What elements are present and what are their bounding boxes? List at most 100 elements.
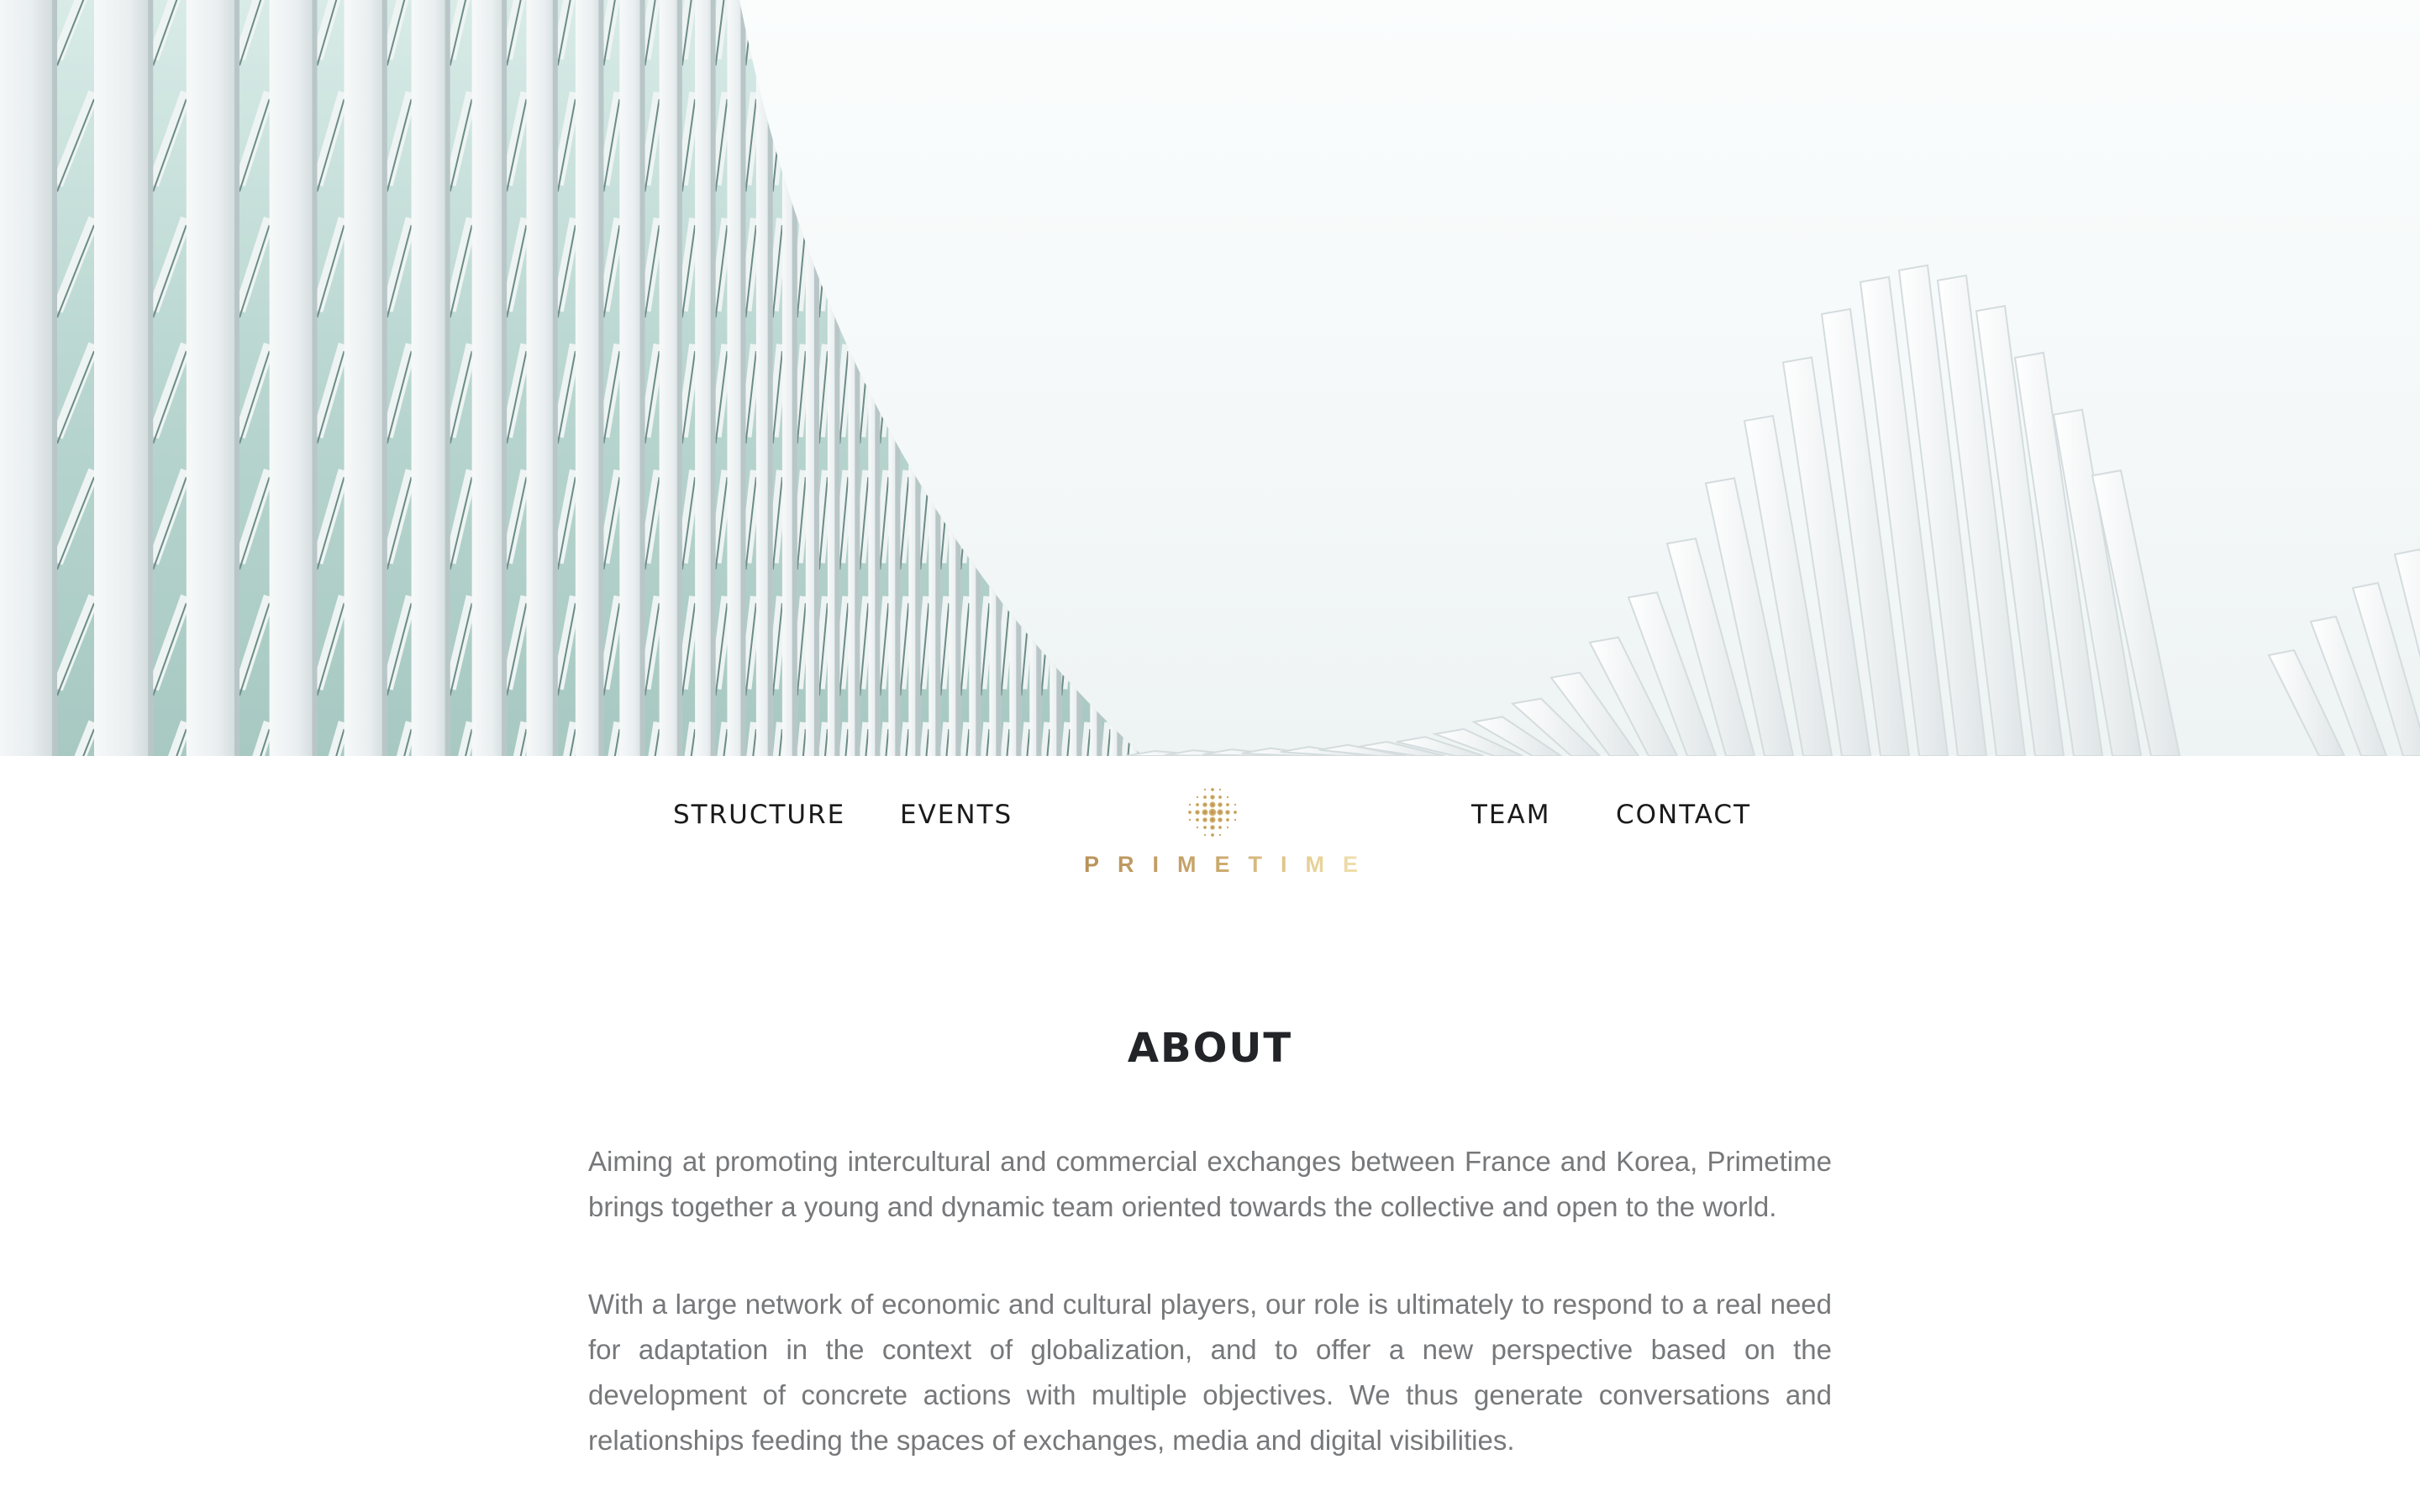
facade-brace-edge: [939, 350, 950, 444]
nav-link-contact[interactable]: CONTACT: [1616, 800, 1751, 830]
logo-dot: [1234, 803, 1237, 806]
facade-brace: [1136, 218, 1143, 312]
facade-brace: [1136, 92, 1143, 186]
facade-fin-edge: [895, 0, 901, 756]
architecture-image: [0, 0, 2420, 756]
facade-brace-edge: [1162, 603, 1171, 696]
about-heading: ABOUT: [1127, 1025, 1293, 1073]
facade-fin: [1130, 0, 1143, 756]
facade-fin-edge: [1076, 0, 1082, 756]
facade-brace: [1076, 92, 1097, 186]
facade-brace-edge: [1040, 98, 1051, 192]
facade-brace: [914, 344, 935, 438]
facade-brace-edge: [1040, 476, 1051, 570]
facade-brace: [791, 92, 812, 186]
facade-brace-edge: [899, 98, 910, 192]
nav-link-events[interactable]: EVENTS: [900, 800, 1013, 830]
facade-fin: [344, 0, 387, 756]
facade-brace: [1096, 470, 1117, 564]
facade-brace-edge: [1121, 224, 1132, 318]
facade-brace-edge: [859, 0, 870, 66]
facade-fin-edge: [234, 0, 239, 756]
facade-brace: [1076, 344, 1097, 438]
facade-brace-edge: [1081, 0, 1092, 66]
facade-fin-edge: [1137, 0, 1143, 756]
facade-brace: [834, 0, 855, 60]
facade-brace-edge: [980, 476, 991, 570]
nav-link-team[interactable]: TEAM: [1471, 800, 1550, 830]
facade-fin: [1090, 0, 1102, 756]
logo-dot: [1202, 802, 1207, 807]
facade-brace: [874, 92, 895, 186]
facade-brace-edge: [1081, 98, 1092, 192]
facade-brace: [894, 218, 915, 312]
facade-brace-edge: [919, 0, 930, 66]
logo-dot: [1203, 826, 1207, 829]
facade-brace: [1015, 92, 1036, 186]
facade-brace: [1015, 470, 1036, 564]
facade-brace-edge: [796, 0, 807, 66]
facade-brace-edge: [818, 0, 829, 66]
facade-brace: [975, 218, 996, 312]
facade-brace-edge: [1141, 476, 1143, 570]
facade-fin-edge: [148, 0, 154, 756]
facade-brace: [894, 344, 915, 438]
facade-brace-edge: [1162, 0, 1171, 66]
facade-brace-edge: [899, 0, 910, 66]
facade-fin-edge: [312, 0, 318, 756]
facade-brace: [1076, 470, 1097, 564]
facade-brace: [1162, 344, 1171, 437]
facade-brace: [874, 0, 895, 60]
facade-fin-edge: [445, 0, 450, 756]
facade-brace: [1096, 218, 1117, 312]
facade-brace: [1035, 218, 1056, 312]
facade-brace-edge: [1121, 602, 1132, 696]
logo-dot: [1208, 808, 1217, 816]
facade-brace: [834, 92, 855, 186]
facade-brace: [1076, 0, 1097, 60]
facade-brace-edge: [1141, 224, 1143, 318]
facade-brace-edge: [1162, 225, 1171, 318]
primetime-logo[interactable]: PRIMETIME: [1084, 785, 1370, 885]
nav-link-structure[interactable]: STRUCTURE: [673, 800, 845, 830]
facade-brace: [1015, 0, 1036, 60]
facade-brace: [834, 218, 855, 312]
logo-dot: [1196, 826, 1199, 829]
facade-brace-edge: [1000, 98, 1011, 192]
facade-brace-edge: [1141, 0, 1143, 66]
facade-fin-edge: [915, 0, 921, 756]
facade-fin-edge: [996, 0, 1002, 756]
facade-brace-edge: [839, 224, 850, 318]
logo-dot: [1195, 810, 1200, 815]
about-text: Aiming at promoting intercultural and co…: [588, 1139, 1832, 1512]
facade-brace: [1055, 470, 1076, 564]
facade-brace: [1055, 218, 1076, 312]
logo-dot: [1203, 833, 1207, 837]
facade-brace: [813, 92, 834, 186]
facade-brace-edge: [1040, 350, 1051, 444]
facade-brace-edge: [1101, 224, 1112, 318]
facade-brace-edge: [1000, 0, 1011, 66]
facade-fin-edge: [976, 0, 981, 756]
facade-fin-edge: [676, 0, 682, 756]
facade-brace-edge: [1060, 350, 1071, 444]
facade-brace: [955, 218, 976, 312]
facade-brace-edge: [839, 0, 850, 66]
facade-fin-edge: [935, 0, 941, 756]
facade-brace: [1136, 722, 1143, 756]
facade-brace: [975, 470, 996, 564]
facade-fin: [269, 0, 318, 756]
facade-brace: [955, 92, 976, 186]
facade-fin-edge: [1036, 0, 1042, 756]
facade-brace: [1116, 0, 1137, 60]
facade-brace: [1035, 470, 1056, 564]
facade-fin-edge: [740, 0, 746, 756]
logo-dot: [1203, 795, 1207, 799]
logo-dot: [1202, 817, 1207, 822]
facade-brace-edge: [1020, 224, 1031, 318]
facade-brace: [995, 218, 1016, 312]
logo-dot: [1196, 803, 1199, 806]
facade-brace: [1055, 344, 1076, 438]
logo-dot: [1209, 801, 1216, 808]
facade-brace: [914, 0, 935, 60]
